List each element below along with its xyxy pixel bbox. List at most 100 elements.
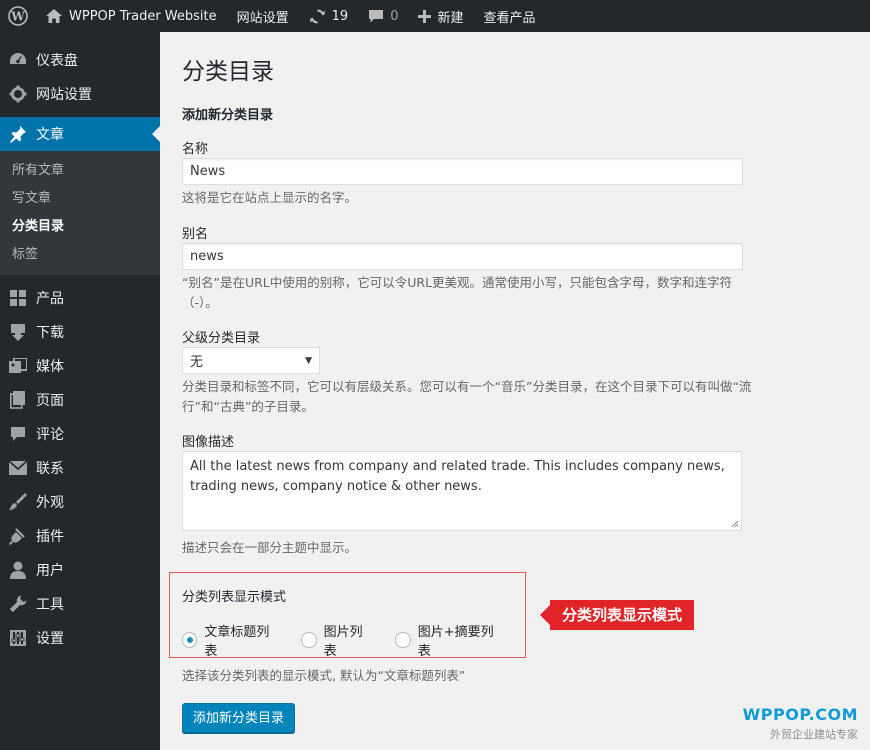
- updates-icon: [309, 8, 326, 24]
- sidebar-item-label: 产品: [36, 291, 64, 307]
- radio-empty-icon[interactable]: [301, 632, 317, 648]
- sidebar-item-appearance[interactable]: 外观: [0, 485, 160, 519]
- pin-icon: [8, 124, 28, 144]
- wordpress-logo-icon[interactable]: W: [0, 0, 36, 32]
- resize-grip-icon[interactable]: [731, 520, 739, 528]
- name-input[interactable]: News: [182, 158, 743, 185]
- sidebar-item-comments[interactable]: 评论: [0, 417, 160, 451]
- updates-link[interactable]: 19: [299, 0, 359, 32]
- sidebar-item-label: 仪表盘: [36, 53, 78, 69]
- watermark-logo: WPPOP.COM: [742, 705, 858, 724]
- submenu-tags[interactable]: 标签: [0, 241, 160, 269]
- sidebar-item-dashboard[interactable]: 仪表盘: [0, 43, 160, 77]
- watermark-tagline: 外贸企业建站专家: [770, 728, 858, 741]
- admin-sidebar: 仪表盘 网站设置 文章 所有文章 写文章 分类目录 标签 产品 下载 媒体 页面…: [0, 32, 160, 750]
- sidebar-item-label: 用户: [36, 563, 64, 579]
- wrench-icon: [8, 594, 28, 614]
- submenu-categories[interactable]: 分类目录: [0, 213, 160, 241]
- site-name-link[interactable]: WPPOP Trader Website: [36, 0, 227, 32]
- new-content-link[interactable]: 新建: [408, 0, 473, 32]
- callout-label: 分类列表显示模式: [550, 600, 695, 630]
- display-mode-title: 分类列表显示模式: [182, 590, 287, 605]
- name-help: 这将是它在站点上显示的名字。: [182, 190, 358, 205]
- submenu-all-posts[interactable]: 所有文章: [0, 157, 160, 185]
- parent-select[interactable]: 无 ▼: [182, 347, 320, 374]
- sidebar-item-plugins[interactable]: 插件: [0, 519, 160, 553]
- sidebar-item-site-settings[interactable]: 网站设置: [0, 77, 160, 111]
- download-icon: [8, 322, 28, 342]
- radio-label: 图片+摘要列表: [417, 625, 494, 659]
- sidebar-item-pages[interactable]: 页面: [0, 383, 160, 417]
- media-icon: [8, 356, 28, 376]
- comment-icon: [8, 424, 28, 444]
- admin-bar: W WPPOP Trader Website 网站设置 19 0 新建 查看产品: [0, 0, 870, 32]
- slug-label: 别名: [182, 227, 209, 242]
- comment-icon: [368, 9, 384, 24]
- slug-help-line1: “别名”是在URL中使用的别称，它可以令URL更美观。通常使用小写，只能包含字母…: [182, 275, 733, 290]
- slug-help-line2: （-）。: [182, 295, 218, 310]
- sidebar-item-label: 插件: [36, 529, 64, 545]
- sidebar-item-media[interactable]: 媒体: [0, 349, 160, 383]
- radio-image-list[interactable]: 图片列表: [301, 621, 373, 659]
- sidebar-item-posts[interactable]: 文章: [0, 117, 160, 151]
- radio-image-excerpt-list[interactable]: 图片+摘要列表: [395, 621, 503, 659]
- display-mode-box: 分类列表显示模式 文章标题列表 图片列表 图片+摘要列表: [169, 572, 526, 659]
- parent-label: 父级分类目录: [182, 331, 261, 346]
- callout-pointer: [540, 605, 550, 625]
- parent-help-line2: 行”和“古典”的子目录。: [182, 399, 314, 414]
- radio-label: 图片列表: [323, 625, 363, 659]
- site-settings-label: 网站设置: [236, 10, 289, 26]
- display-mode-options: 文章标题列表 图片列表 图片+摘要列表: [182, 621, 525, 659]
- annotation-callout: 分类列表显示模式: [540, 600, 695, 630]
- description-textarea[interactable]: All the latest news from company and rel…: [182, 451, 742, 531]
- sidebar-item-label: 网站设置: [36, 87, 92, 103]
- mail-icon: [8, 458, 28, 478]
- grid-icon: [8, 288, 28, 308]
- radio-empty-icon[interactable]: [395, 632, 411, 648]
- sidebar-item-downloads[interactable]: 下载: [0, 315, 160, 349]
- sidebar-item-label: 评论: [36, 427, 64, 443]
- watermark: WPPOP.COM 外贸企业建站专家: [743, 705, 858, 742]
- brush-icon: [8, 492, 28, 512]
- sidebar-item-contact[interactable]: 联系: [0, 451, 160, 485]
- comments-count: 0: [390, 8, 399, 24]
- submenu-write-post[interactable]: 写文章: [0, 185, 160, 213]
- settings-icon: [8, 628, 28, 648]
- dashboard-icon: [8, 50, 28, 70]
- parent-help-line1: 分类目录和标签不同，它可以有层级关系。您可以有一个“音乐”分类目录，在这个目录下…: [182, 379, 752, 394]
- description-help: 描述只会在一部分主题中显示。: [182, 540, 358, 555]
- section-title: 添加新分类目录: [182, 108, 274, 123]
- posts-submenu: 所有文章 写文章 分类目录 标签: [0, 151, 160, 275]
- dropdown-arrow-icon: ▼: [305, 355, 312, 366]
- display-mode-help: 选择该分类列表的显示模式, 默认为“文章标题列表”: [182, 668, 466, 683]
- sidebar-item-label: 下载: [36, 325, 64, 341]
- view-product-link[interactable]: 查看产品: [474, 0, 546, 32]
- sidebar-item-products[interactable]: 产品: [0, 281, 160, 315]
- svg-text:W: W: [10, 10, 25, 24]
- site-settings-link[interactable]: 网站设置: [227, 0, 299, 32]
- sidebar-item-users[interactable]: 用户: [0, 553, 160, 587]
- page-icon: [8, 390, 28, 410]
- sidebar-item-label: 联系: [36, 461, 64, 477]
- site-name: WPPOP Trader Website: [69, 8, 217, 24]
- parent-select-value: 无: [190, 355, 204, 370]
- updates-count: 19: [331, 8, 349, 24]
- page-title: 分类目录: [182, 59, 274, 85]
- slug-input[interactable]: news: [182, 243, 743, 270]
- sidebar-item-label: 文章: [36, 127, 64, 143]
- user-icon: [8, 560, 28, 580]
- comments-link[interactable]: 0: [358, 0, 408, 32]
- view-product-label: 查看产品: [483, 10, 536, 26]
- plugin-icon: [8, 526, 28, 546]
- home-icon: [46, 9, 62, 23]
- plus-icon: [418, 9, 432, 23]
- radio-title-list[interactable]: 文章标题列表: [182, 621, 279, 659]
- new-label: 新建: [437, 10, 464, 26]
- add-category-button[interactable]: 添加新分类目录: [182, 703, 296, 733]
- sidebar-item-tools[interactable]: 工具: [0, 587, 160, 621]
- radio-selected-icon[interactable]: [182, 632, 198, 648]
- sidebar-item-label: 媒体: [36, 359, 64, 375]
- sidebar-item-label: 工具: [36, 597, 64, 613]
- description-label: 图像描述: [182, 435, 235, 450]
- sidebar-item-settings[interactable]: 设置: [0, 621, 160, 655]
